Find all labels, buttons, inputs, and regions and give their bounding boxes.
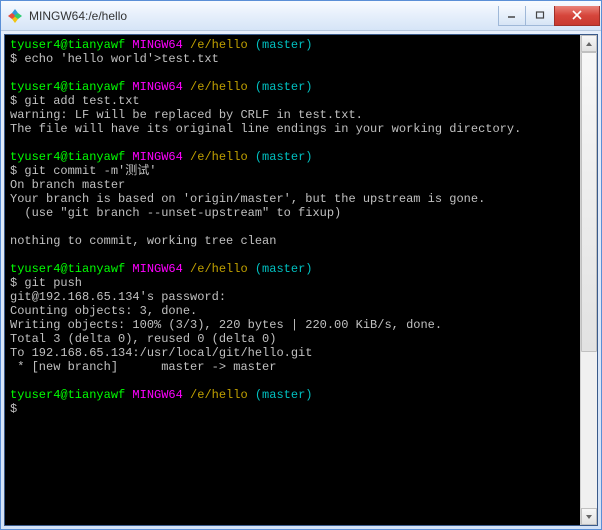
- output-line: Writing objects: 100% (3/3), 220 bytes |…: [10, 318, 442, 332]
- scroll-down-button[interactable]: [581, 508, 597, 525]
- output-line: warning: LF will be replaced by CRLF in …: [10, 108, 363, 122]
- close-icon: [571, 9, 583, 21]
- prompt-user: tyuser4@tianyawf: [10, 80, 125, 94]
- chevron-up-icon: [585, 40, 593, 48]
- output-line: * [new branch] master -> master: [10, 360, 276, 374]
- command-line: $ echo 'hello world'>test.txt: [10, 52, 219, 66]
- maximize-icon: [535, 10, 545, 20]
- command-line: $ git commit -m'测试': [10, 164, 156, 178]
- prompt-branch: (master): [255, 80, 313, 94]
- output-line: nothing to commit, working tree clean: [10, 234, 276, 248]
- prompt-host: MINGW64: [132, 262, 182, 276]
- minimize-icon: [507, 10, 517, 20]
- prompt-host: MINGW64: [132, 150, 182, 164]
- close-button[interactable]: [554, 6, 600, 26]
- prompt-host: MINGW64: [132, 38, 182, 52]
- output-line: On branch master: [10, 178, 125, 192]
- output-line: The file will have its original line end…: [10, 122, 521, 136]
- terminal-output[interactable]: tyuser4@tianyawf MINGW64 /e/hello (maste…: [5, 35, 580, 525]
- prompt-host: MINGW64: [132, 80, 182, 94]
- chevron-down-icon: [585, 513, 593, 521]
- prompt-path: /e/hello: [190, 80, 248, 94]
- output-line: To 192.168.65.134:/usr/local/git/hello.g…: [10, 346, 312, 360]
- command-line: $ git push: [10, 276, 82, 290]
- prompt-user: tyuser4@tianyawf: [10, 262, 125, 276]
- output-line: Your branch is based on 'origin/master',…: [10, 192, 485, 206]
- prompt-user: tyuser4@tianyawf: [10, 38, 125, 52]
- terminal-area: tyuser4@tianyawf MINGW64 /e/hello (maste…: [4, 34, 598, 526]
- prompt-path: /e/hello: [190, 38, 248, 52]
- prompt-branch: (master): [255, 262, 313, 276]
- window-controls: [498, 6, 600, 26]
- minimize-button[interactable]: [498, 6, 526, 26]
- maximize-button[interactable]: [526, 6, 554, 26]
- prompt-user: tyuser4@tianyawf: [10, 388, 125, 402]
- output-line: Total 3 (delta 0), reused 0 (delta 0): [10, 332, 276, 346]
- output-line: (use "git branch --unset-upstream" to fi…: [10, 206, 341, 220]
- command-line: $: [10, 402, 17, 416]
- prompt-path: /e/hello: [190, 262, 248, 276]
- titlebar[interactable]: MINGW64:/e/hello: [1, 1, 601, 31]
- prompt-branch: (master): [255, 38, 313, 52]
- prompt-user: tyuser4@tianyawf: [10, 150, 125, 164]
- scrollbar-thumb[interactable]: [581, 52, 597, 352]
- app-icon: [7, 8, 23, 24]
- prompt-path: /e/hello: [190, 150, 248, 164]
- scroll-up-button[interactable]: [581, 35, 597, 52]
- window-title: MINGW64:/e/hello: [29, 9, 498, 23]
- command-line: $ git add test.txt: [10, 94, 140, 108]
- scrollbar[interactable]: [580, 35, 597, 525]
- window-frame: MINGW64:/e/hello tyuser4@tianyawf MINGW6…: [0, 0, 602, 530]
- output-line: git@192.168.65.134's password:: [10, 290, 226, 304]
- prompt-branch: (master): [255, 150, 313, 164]
- prompt-path: /e/hello: [190, 388, 248, 402]
- prompt-branch: (master): [255, 388, 313, 402]
- output-line: Counting objects: 3, done.: [10, 304, 197, 318]
- prompt-host: MINGW64: [132, 388, 182, 402]
